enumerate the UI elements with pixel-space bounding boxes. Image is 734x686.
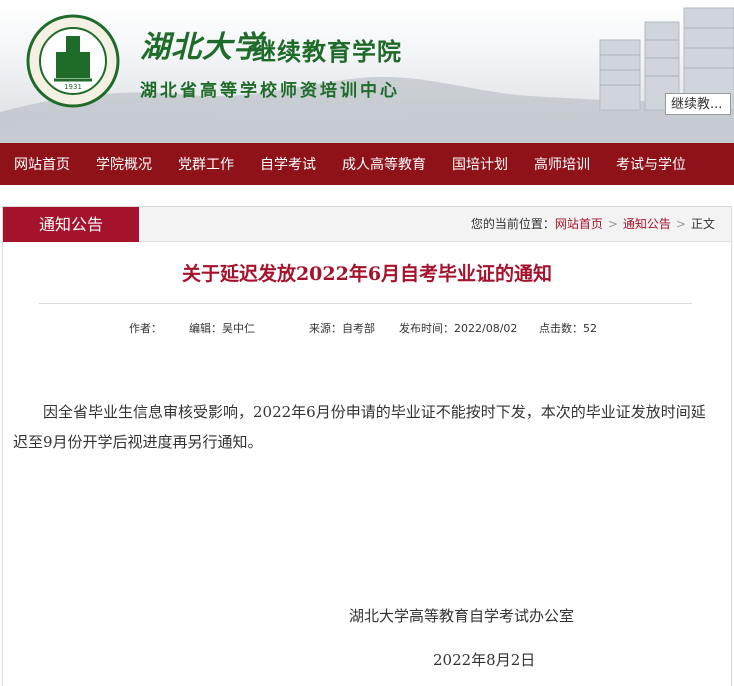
meta-author: 作者： <box>129 322 162 335</box>
nav-item-about[interactable]: 学院概况 <box>96 154 152 174</box>
title-divider <box>39 303 692 304</box>
nav-item-adult-education[interactable]: 成人高等教育 <box>342 154 426 174</box>
nav-item-self-exam[interactable]: 自学考试 <box>260 154 316 174</box>
meta-click-count: 点击数：52 <box>539 322 597 335</box>
meta-publish-time: 发布时间：2022/08/02 <box>399 322 518 335</box>
breadcrumb-separator-icon: > <box>675 217 686 231</box>
brand-script-title: 湖北大学 <box>140 30 264 65</box>
university-seal-logo[interactable]: 1931 <box>26 14 120 108</box>
article-body: 因全省毕业生信息审核受影响，2022年6月份申请的毕业证不能按时下发，本次的毕业… <box>13 403 706 451</box>
brand-name: 继续教育学院 <box>252 38 402 66</box>
nav-item-home[interactable]: 网站首页 <box>14 154 70 174</box>
article-signature: 湖北大学高等教育自学考试办公室 <box>349 607 575 625</box>
brand-subtitle: 湖北省高等学校师资培训中心 <box>140 81 400 101</box>
article-date: 2022年8月2日 <box>433 651 536 669</box>
logo-year: 1931 <box>64 83 82 91</box>
article-panel: 通知公告 您的当前位置：网站首页 > 通知公告 > 正文 关于延迟发放2022年6月自考… <box>2 206 732 686</box>
breadcrumb-prefix: 您的当前位置： <box>470 217 555 231</box>
breadcrumb-home-link[interactable]: 网站首页 <box>555 217 603 231</box>
meta-editor: 编辑：吴中仁 <box>189 322 255 335</box>
main-nav: 网站首页 学院概况 党群工作 自学考试 成人高等教育 国培计划 高师培训 考试与… <box>0 143 734 185</box>
breadcrumb-category-link[interactable]: 通知公告 <box>623 217 671 231</box>
nav-item-exams-degrees[interactable]: 考试与学位 <box>616 154 686 174</box>
meta-source: 来源：自考部 <box>309 322 375 335</box>
search-input[interactable]: 继续教... <box>665 93 731 115</box>
article-title: 关于延迟发放2022年6月自考毕业证的通知 <box>181 263 553 285</box>
nav-item-national-training[interactable]: 国培计划 <box>452 154 508 174</box>
site-banner: 1931 湖北大学 继续教育学院 湖北省高等学校师资培训中心 继续教... <box>0 0 734 143</box>
breadcrumb-separator-icon: > <box>607 217 618 231</box>
section-tab[interactable]: 通知公告 <box>3 207 139 242</box>
breadcrumb: 您的当前位置：网站首页 > 通知公告 > 正文 <box>471 207 715 241</box>
breadcrumb-current: 正文 <box>690 217 715 231</box>
nav-item-teacher-training[interactable]: 高师培训 <box>534 154 590 174</box>
nav-item-party[interactable]: 党群工作 <box>178 154 234 174</box>
section-header: 通知公告 您的当前位置：网站首页 > 通知公告 > 正文 <box>3 207 731 242</box>
